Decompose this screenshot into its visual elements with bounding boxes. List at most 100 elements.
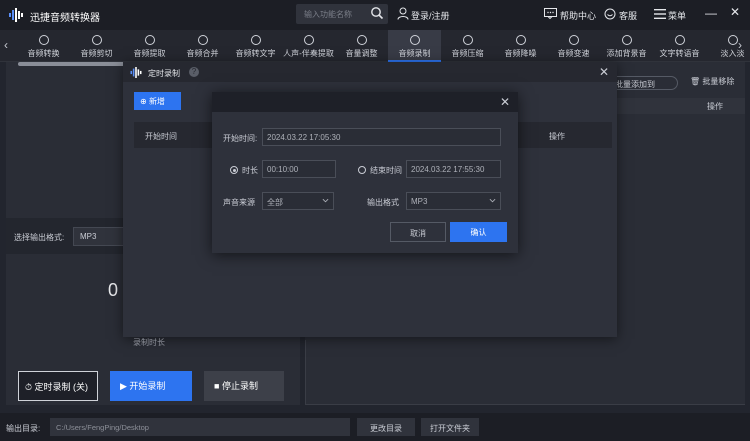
output-format-select[interactable]: MP3 — [73, 227, 125, 246]
speed-icon — [568, 35, 579, 45]
tool-vocal-split[interactable]: 人声-伴奏提取 — [282, 30, 335, 62]
search-icon[interactable] — [370, 6, 384, 20]
dialog-title: 定时录制 — [148, 69, 180, 78]
login-link[interactable]: 登录/注册 — [411, 9, 450, 22]
duration-label: 时长 — [242, 166, 258, 175]
bg-music-icon — [621, 35, 632, 45]
output-format-select[interactable]: MP3 — [406, 192, 501, 210]
tool-label: 添加背景音 — [606, 49, 647, 58]
panel-border — [305, 340, 745, 405]
start-record-button[interactable]: ▶ 开始录制 — [110, 371, 192, 401]
tool-label: 音频降噪 — [504, 49, 537, 58]
tool-convert[interactable]: 音频转换 — [17, 30, 70, 62]
tool-label: 音频剪切 — [80, 49, 113, 58]
batch-add-dropdown[interactable]: 批量添加到 — [608, 76, 678, 90]
end-time-label: 结束时间 — [370, 166, 402, 175]
cancel-button[interactable]: 取消 — [390, 222, 446, 242]
output-dir-field[interactable]: C:/Users/FengPing/Desktop — [50, 418, 350, 436]
sound-source-select[interactable]: 全部 — [262, 192, 334, 210]
compress-icon — [462, 35, 473, 45]
sound-source-value: 全部 — [267, 198, 283, 207]
duration-radio[interactable] — [230, 166, 238, 174]
record-icon — [409, 35, 420, 45]
tool-speed[interactable]: 音频变速 — [547, 30, 600, 62]
stop-record-button[interactable]: ■ 停止录制 — [204, 371, 284, 401]
clock-icon: ⏱ — [25, 382, 35, 392]
scroll-left-icon[interactable]: ‹ — [4, 38, 8, 52]
tool-label: 音量调整 — [345, 49, 378, 58]
trash-icon: 🗑 — [690, 77, 703, 86]
fade-icon — [727, 35, 738, 45]
output-format-label: 输出格式 — [367, 198, 399, 207]
tool-label: 文字转语音 — [659, 49, 700, 58]
add-schedule-dialog: ✕ 开始时间: 2024.03.22 17:05:30 时长 00:10:00 … — [212, 92, 518, 253]
record-duration-label: 录制时长 — [133, 338, 165, 347]
customer-service-link[interactable]: 客服 — [619, 9, 637, 22]
app-logo-icon — [9, 8, 23, 22]
batch-remove-label: 批量移除 — [702, 77, 735, 86]
tool-label: 音频压缩 — [451, 49, 484, 58]
close-window-button[interactable]: ✕ — [730, 5, 740, 19]
tool-extract[interactable]: 音频提取 — [123, 30, 176, 62]
app-title: 迅捷音频转换器 — [30, 13, 100, 24]
tool-record[interactable]: 音频录制 — [388, 30, 441, 62]
convert-icon — [38, 35, 49, 45]
app-logo-icon — [130, 67, 142, 78]
tool-volume[interactable]: 音量调整 — [335, 30, 388, 62]
customer-service-icon[interactable] — [604, 8, 616, 20]
tts-icon — [674, 35, 685, 45]
open-folder-button[interactable]: 打开文件夹 — [421, 418, 479, 436]
play-icon: ▶ — [120, 381, 130, 391]
tool-label: 淡入淡 — [720, 49, 745, 58]
tool-cut[interactable]: 音频剪切 — [70, 30, 123, 62]
tool-fade[interactable]: 淡入淡 — [706, 30, 750, 62]
help-center-link[interactable]: 帮助中心 — [560, 9, 596, 22]
volume-icon — [356, 35, 367, 45]
end-time-input[interactable]: 2024.03.22 17:55:30 — [406, 160, 501, 178]
chevron-down-icon — [322, 198, 329, 203]
menu-link[interactable]: 菜单 — [668, 9, 686, 22]
to-text-icon — [250, 35, 261, 45]
confirm-button[interactable]: 确认 — [450, 222, 507, 242]
tool-label: 音频变速 — [557, 49, 590, 58]
merge-icon — [197, 35, 208, 45]
chevron-down-icon — [489, 198, 496, 203]
stop-record-label: 停止录制 — [221, 381, 258, 391]
start-record-label: 开始录制 — [129, 381, 166, 391]
duration-input[interactable]: 00:10:00 — [262, 160, 336, 178]
close-icon[interactable]: ✕ — [599, 65, 609, 79]
change-dir-button[interactable]: 更改目录 — [357, 418, 415, 436]
output-format-label: 选择输出格式: — [14, 233, 65, 242]
start-time-label: 开始时间: — [223, 134, 258, 143]
scheduled-record-button[interactable]: ⏱ 定时录制 (关) — [18, 371, 98, 401]
search-placeholder: 输入功能名称 — [304, 10, 352, 19]
tool-tts[interactable]: 文字转语音 — [653, 30, 706, 62]
tool-compress[interactable]: 音频压缩 — [441, 30, 494, 62]
batch-remove-button[interactable]: 🗑 批量移除 — [690, 76, 734, 87]
tool-to-text[interactable]: 音频转文字 — [229, 30, 282, 62]
start-time-input[interactable]: 2024.03.22 17:05:30 — [262, 128, 501, 146]
scheduled-record-label: 定时录制 (关) — [34, 382, 89, 392]
tool-denoise[interactable]: 音频降噪 — [494, 30, 547, 62]
search-input[interactable]: 输入功能名称 — [296, 4, 388, 24]
tool-label: 音频转文字 — [235, 49, 276, 58]
tool-merge[interactable]: 音频合并 — [176, 30, 229, 62]
end-time-radio[interactable] — [358, 166, 366, 174]
operation-column: 操作 — [549, 132, 565, 141]
tool-label: 音频转换 — [27, 49, 60, 58]
minimize-button[interactable]: — — [705, 6, 717, 20]
tool-label: 音频录制 — [398, 49, 431, 58]
cut-icon — [91, 35, 102, 45]
help-icon[interactable]: ? — [189, 67, 199, 77]
user-icon[interactable] — [397, 7, 409, 20]
start-time-column: 开始时间 — [145, 132, 177, 141]
tool-label: 音频提取 — [133, 49, 166, 58]
plus-icon: ⊕ — [140, 97, 149, 106]
stop-icon: ■ — [214, 381, 222, 391]
tool-bg-music[interactable]: 添加背景音 — [600, 30, 653, 62]
menu-icon[interactable] — [654, 9, 666, 19]
help-center-icon[interactable] — [544, 8, 557, 19]
extract-icon — [144, 35, 155, 45]
add-schedule-button[interactable]: ⊕ 新增 — [134, 92, 181, 110]
close-icon[interactable]: ✕ — [500, 95, 510, 109]
